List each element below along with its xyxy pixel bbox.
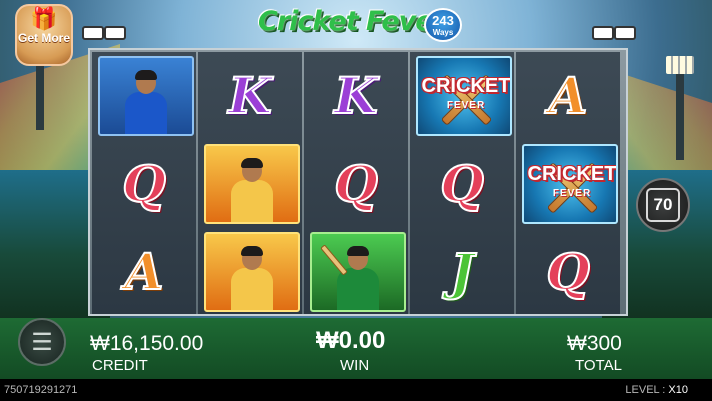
floodlight-icon	[104, 26, 126, 40]
symbol-q: Q	[333, 153, 379, 214]
symbol-wild: CRICKET FEVER	[518, 140, 618, 226]
game-title: Cricket Fever	[258, 6, 446, 37]
symbol-j: J	[449, 241, 475, 302]
reel-grid: Q A K K Q CRICKET FEVER Q J A CRICKET FE…	[88, 48, 628, 316]
reel-3: K Q	[304, 52, 408, 314]
floodlight-icon	[82, 26, 104, 40]
symbol-batsman-green	[306, 228, 406, 314]
gift-icon: 🎁	[30, 6, 58, 31]
reel-2: K	[198, 52, 302, 314]
symbol-q: Q	[439, 153, 485, 214]
symbol-k: K	[333, 65, 378, 126]
symbol-a: A	[124, 241, 165, 302]
get-more-button[interactable]: 🎁 Get More	[15, 4, 73, 66]
floodlight-icon	[592, 26, 614, 40]
win-label: WIN	[340, 357, 370, 374]
symbol-wild: CRICKET FEVER	[412, 52, 512, 138]
win-value: ₩0.00	[316, 327, 386, 354]
total-bet-value[interactable]: ₩300	[567, 333, 622, 355]
symbol-q: Q	[121, 153, 167, 214]
auto-spin-count: 70	[646, 188, 680, 222]
reel-5: A CRICKET FEVER Q	[516, 52, 620, 314]
get-more-label: Get More	[17, 31, 70, 45]
symbol-a: A	[548, 65, 589, 126]
game-logo: Cricket Fever 243 Ways	[258, 4, 462, 44]
ways-number: 243	[432, 13, 454, 28]
total-bet-label: TOTAL	[575, 357, 622, 374]
hamburger-menu-icon: ☰	[31, 328, 53, 356]
reel-1: Q A	[92, 52, 196, 314]
menu-button[interactable]: ☰	[18, 318, 66, 366]
floodlight-tower-right	[666, 56, 694, 160]
footer-bar: 750719291271 LEVEL : X10	[0, 379, 712, 401]
auto-spin-button[interactable]: 70	[636, 178, 690, 232]
symbol-player-blue	[94, 52, 194, 138]
credit-value: ₩16,150.00	[90, 332, 204, 355]
ways-label: Ways	[432, 28, 454, 37]
level-value: X10	[668, 384, 688, 396]
credit-label: CREDIT	[92, 357, 148, 374]
symbol-player-gold	[200, 228, 300, 314]
level-label: LEVEL :	[625, 384, 669, 396]
level-indicator: LEVEL : X10	[625, 384, 688, 396]
symbol-k: K	[227, 65, 272, 126]
symbol-q: Q	[545, 241, 591, 302]
reel-4: CRICKET FEVER Q J	[410, 52, 514, 314]
floodlight-icon	[614, 26, 636, 40]
round-id: 750719291271	[4, 384, 78, 396]
ways-badge: 243 Ways	[424, 8, 462, 42]
symbol-player-gold	[200, 140, 300, 226]
